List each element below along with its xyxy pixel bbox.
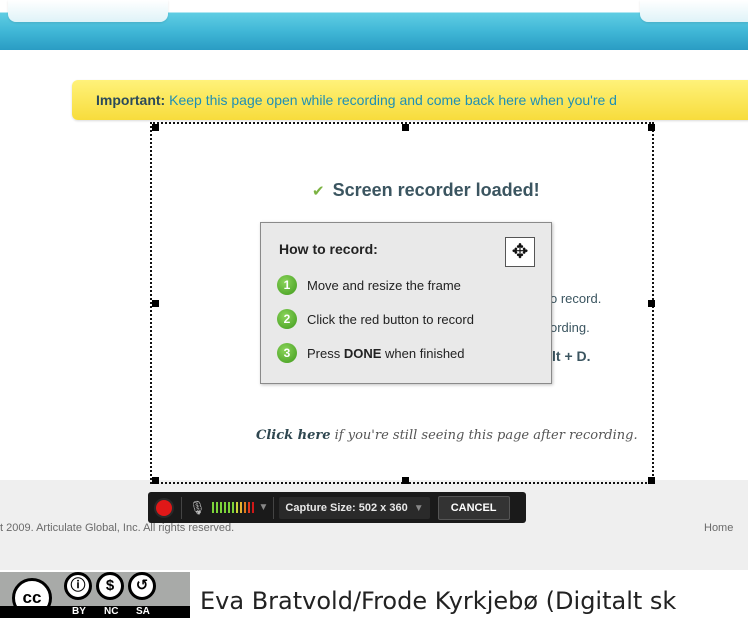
cc-tag: NC — [104, 606, 119, 617]
notice-message: Keep this page open while recording and … — [169, 92, 617, 108]
important-notice: Important: Keep this page open while rec… — [72, 80, 748, 120]
meter-bar — [243, 502, 246, 513]
step-number: 3 — [277, 343, 297, 363]
meter-bar — [231, 502, 234, 513]
toolbar-divider — [181, 496, 182, 519]
meter-bar — [251, 502, 254, 513]
step-number: 2 — [277, 309, 297, 329]
header-tab-right[interactable] — [640, 0, 748, 22]
step-3: 3 Press DONE when finished — [277, 343, 465, 363]
meter-bar — [227, 502, 230, 513]
footer-copyright: t 2009. Articulate Global, Inc. All righ… — [0, 522, 235, 534]
step-text-pre: Press — [307, 345, 344, 361]
meter-bar — [211, 502, 214, 513]
noncommercial-icon: $ — [96, 572, 124, 600]
meter-bar — [235, 502, 238, 513]
step-text-strong: DONE — [343, 345, 382, 361]
resize-handle-top-right[interactable] — [648, 124, 655, 131]
step-text-post: when finished — [381, 345, 465, 361]
resize-handle-left[interactable] — [152, 300, 159, 307]
record-button[interactable] — [156, 499, 172, 516]
header-band — [0, 0, 748, 50]
meter-bar — [239, 502, 242, 513]
resize-handle-right[interactable] — [648, 300, 655, 307]
recorder-toolbar: 🎙 ▼ Capture Size: 502 x 360 ▼ CANCEL — [148, 492, 526, 523]
sharealike-icon: ↺ — [128, 572, 156, 600]
step-2: 2 Click the red button to record — [277, 309, 474, 329]
attribution-text: Eva Bratvold/Frode Kyrkjebø (Digitalt sk — [200, 587, 677, 615]
resize-handle-bottom[interactable] — [402, 477, 409, 484]
move-icon[interactable]: ✥ — [505, 237, 535, 267]
resize-handle-bottom-right[interactable] — [648, 477, 655, 484]
microphone-icon[interactable]: 🎙 — [189, 500, 206, 516]
how-to-title: How to record: — [279, 241, 378, 257]
meter-bar — [219, 502, 222, 513]
meter-bar — [223, 502, 226, 513]
toolbar-divider — [273, 496, 275, 519]
resize-handle-top-left[interactable] — [152, 124, 159, 131]
chevron-down-icon[interactable]: ▼ — [259, 502, 269, 513]
meter-bar — [247, 502, 250, 513]
cc-condition-icons: ⓘ $ ↺ — [64, 572, 156, 600]
attribution-icon: ⓘ — [64, 572, 92, 600]
step-1: 1 Move and resize the frame — [277, 275, 461, 295]
resize-handle-top[interactable] — [402, 124, 409, 131]
cc-tags-strip: BY NC SA — [0, 606, 190, 618]
chevron-down-icon: ▼ — [413, 502, 424, 514]
cancel-button[interactable]: CANCEL — [437, 495, 510, 520]
footer-home-link[interactable]: Home — [704, 522, 733, 534]
audio-level-meter — [211, 502, 256, 513]
step-text: Move and resize the frame — [307, 277, 461, 293]
how-to-record-panel: How to record: ✥ 1 Move and resize the f… — [260, 222, 552, 384]
cc-tag: BY — [72, 606, 86, 617]
capture-size-label: Capture Size: 502 x 360 — [285, 501, 408, 514]
capture-size-select[interactable]: Capture Size: 502 x 360 ▼ — [279, 496, 430, 519]
header-tab-left[interactable] — [8, 0, 168, 22]
cc-license-badge[interactable]: cc ⓘ $ ↺ BY NC SA — [0, 572, 190, 618]
meter-bar — [215, 502, 218, 513]
cc-tag: SA — [136, 606, 150, 617]
step-number: 1 — [277, 275, 297, 295]
notice-label: Important: — [96, 92, 166, 108]
step-text: Click the red button to record — [307, 311, 474, 327]
resize-handle-bottom-left[interactable] — [152, 477, 159, 484]
